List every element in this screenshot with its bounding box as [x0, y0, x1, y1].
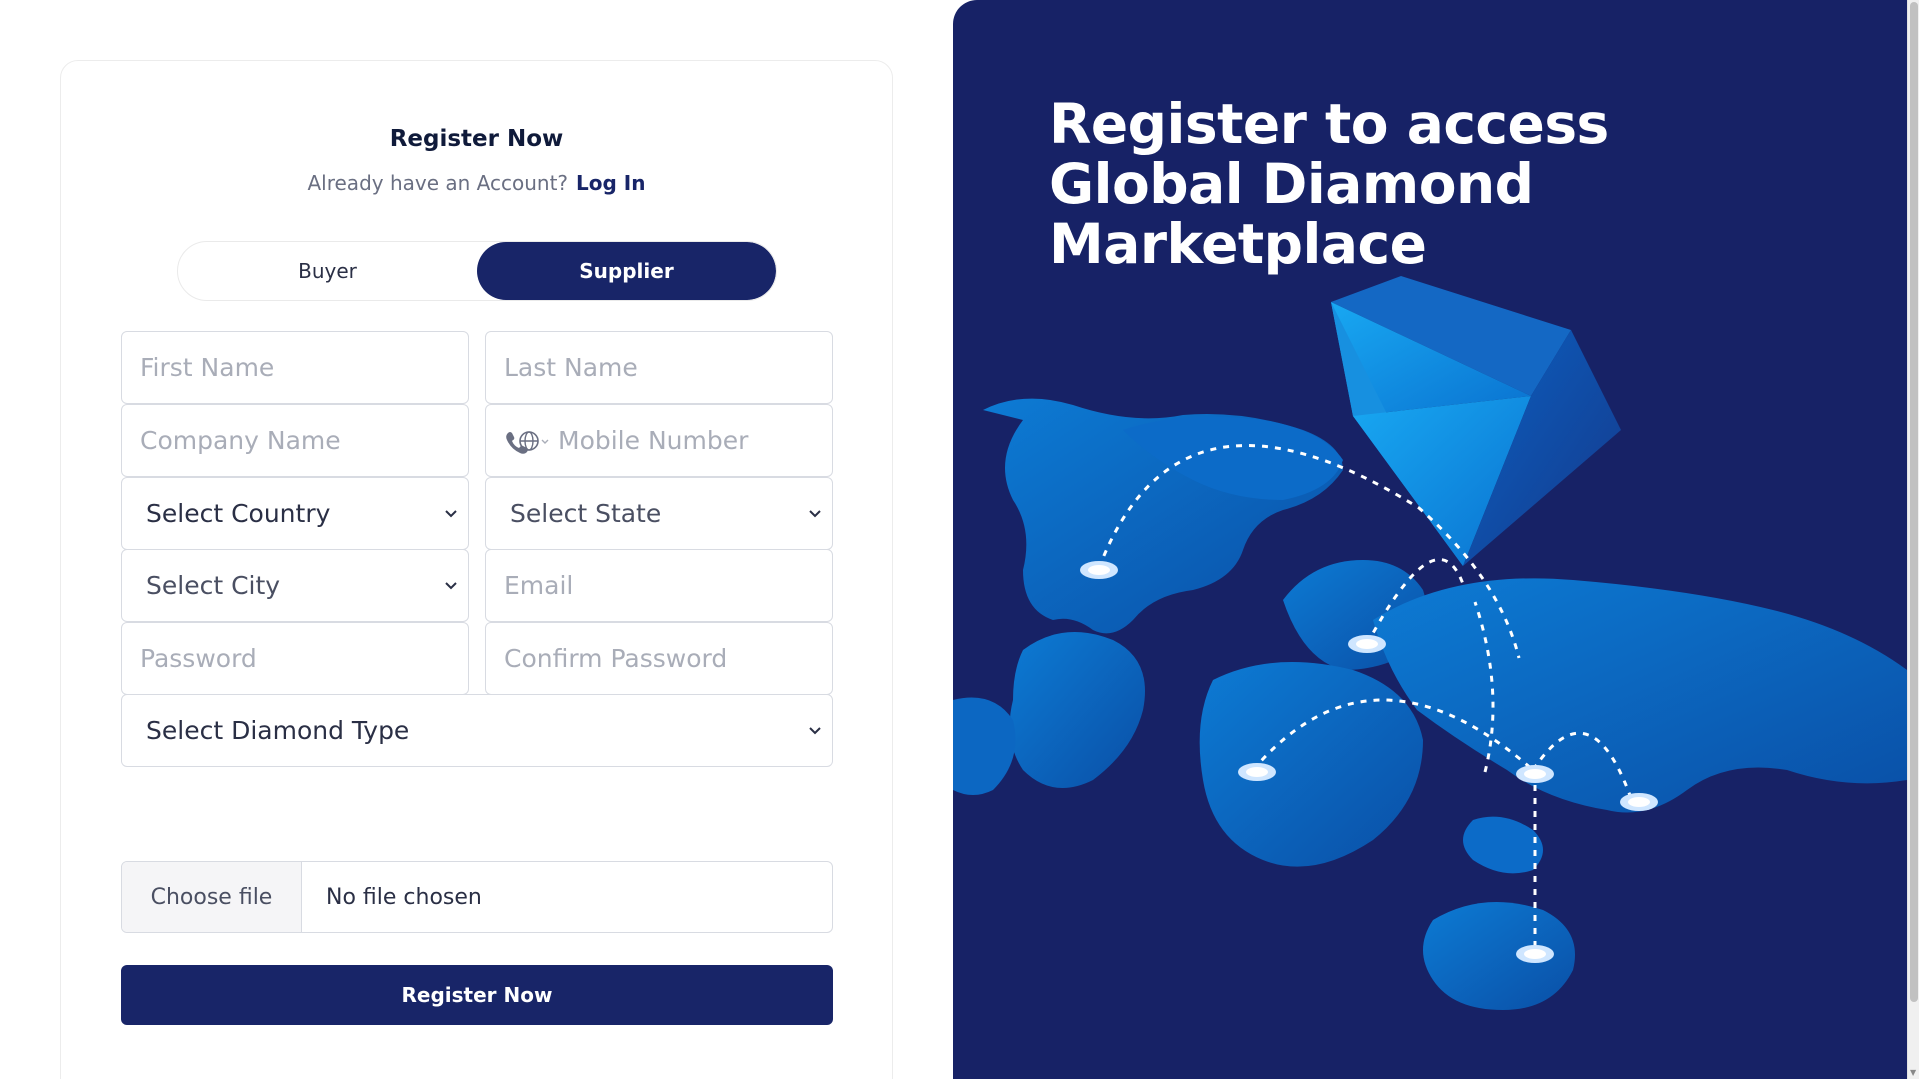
email-placeholder: Email: [504, 571, 574, 600]
state-select[interactable]: Select State: [485, 477, 833, 550]
chevron-down-icon: [809, 726, 821, 734]
first-name-placeholder: First Name: [140, 353, 275, 382]
country-select[interactable]: Select Country: [121, 477, 469, 550]
last-name-placeholder: Last Name: [504, 353, 638, 382]
phone-globe-icon[interactable]: [504, 427, 550, 455]
login-prompt: Already have an Account? Log In: [61, 171, 892, 195]
company-name-input[interactable]: Company Name: [121, 404, 469, 477]
company-name-placeholder: Company Name: [140, 426, 341, 455]
confirm-password-input[interactable]: Confirm Password: [485, 622, 833, 695]
country-select-value: Select Country: [146, 499, 331, 528]
tab-supplier[interactable]: Supplier: [477, 242, 776, 300]
choose-file-button[interactable]: Choose file: [122, 862, 302, 932]
continent-africa: [1199, 662, 1423, 867]
register-page: Register Now Already have an Account? Log…: [0, 0, 1919, 1079]
diamond-graphic: [1331, 276, 1621, 566]
tab-buyer[interactable]: Buyer: [178, 242, 477, 300]
account-prompt-text: Already have an Account?: [307, 171, 569, 195]
register-button[interactable]: Register Now: [121, 965, 833, 1025]
mobile-number-placeholder: Mobile Number: [558, 426, 749, 455]
islands-southeast-asia: [1463, 816, 1543, 874]
form-title: Register Now: [389, 126, 564, 152]
continent-asia: [1373, 578, 1907, 813]
city-select[interactable]: Select City: [121, 549, 469, 622]
city-select-value: Select City: [146, 571, 281, 600]
chevron-down-icon: [809, 509, 821, 517]
continent-south-america-west: [953, 697, 1016, 795]
confirm-password-placeholder: Confirm Password: [504, 644, 728, 673]
diamond-type-select-value: Select Diamond Type: [146, 716, 410, 745]
login-link[interactable]: Log In: [576, 171, 645, 195]
diamond-type-select[interactable]: Select Diamond Type: [121, 694, 833, 767]
mobile-number-input[interactable]: Mobile Number: [485, 404, 833, 477]
hero-heading: Register to access Global Diamond Market…: [1049, 92, 1609, 276]
scroll-down-arrow-icon[interactable]: ▼: [1910, 1068, 1916, 1077]
file-upload[interactable]: Choose file No file chosen: [121, 861, 833, 933]
password-input[interactable]: Password: [121, 622, 469, 695]
password-placeholder: Password: [140, 644, 257, 673]
hero-panel: Register to access Global Diamond Market…: [953, 0, 1907, 1079]
register-card: Register Now Already have an Account? Log…: [60, 60, 893, 1079]
chevron-down-icon: [445, 581, 457, 589]
scrollbar-thumb[interactable]: [1910, 2, 1918, 1002]
file-status: No file chosen: [326, 884, 482, 910]
continent-south-america: [1009, 632, 1145, 788]
email-input[interactable]: Email: [485, 549, 833, 622]
role-toggle: Buyer Supplier: [177, 241, 777, 301]
first-name-input[interactable]: First Name: [121, 331, 469, 404]
state-select-value: Select State: [510, 499, 662, 528]
last-name-input[interactable]: Last Name: [485, 331, 833, 404]
page-scrollbar[interactable]: ▼: [1907, 0, 1919, 1079]
chevron-down-icon: [445, 509, 457, 517]
